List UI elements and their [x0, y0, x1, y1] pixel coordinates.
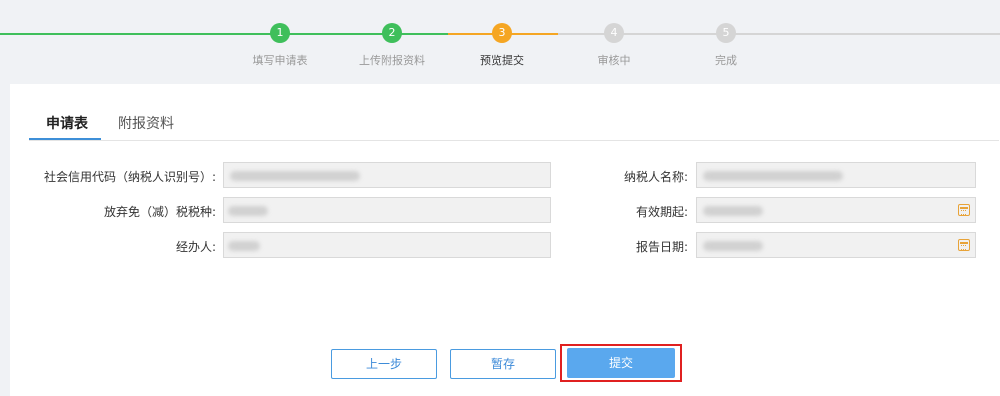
active-tab-underline: [29, 138, 101, 140]
step-3-label: 预览提交: [480, 54, 524, 67]
save-draft-button[interactable]: 暂存: [450, 349, 556, 379]
submit-button[interactable]: 提交: [567, 348, 675, 378]
redacted-value: [230, 171, 360, 181]
step-5-circle: 5: [716, 23, 736, 43]
step-1-label: 填写申请表: [252, 54, 308, 67]
report-date-field[interactable]: [696, 232, 976, 258]
handler-label: 经办人:: [175, 240, 216, 254]
valid-from-label: 有效期起:: [635, 205, 688, 219]
valid-from-date-field[interactable]: [696, 197, 976, 223]
credit-code-label: 社会信用代码（纳税人识别号）:: [43, 170, 216, 184]
redacted-value: [228, 241, 260, 251]
step-2-label: 上传附报资料: [359, 54, 425, 67]
tab-bar: 申请表 附报资料: [29, 113, 999, 141]
step-4-circle: 4: [604, 23, 624, 43]
step-line-done: [0, 33, 448, 35]
step-4-label: 审核中: [597, 54, 631, 67]
progress-stepper: 1 2 3 4 5 填写申请表 上传附报资料 预览提交 审核中 完成: [0, 0, 1000, 84]
report-date-label: 报告日期:: [635, 240, 688, 254]
credit-code-field[interactable]: [223, 162, 551, 188]
step-line-pending: [558, 33, 1000, 35]
form-card: 申请表 附报资料 社会信用代码（纳税人识别号）: 纳税人名称: 放弃免（减）税税…: [10, 84, 1000, 396]
step-3-circle: 3: [492, 23, 512, 43]
previous-step-button[interactable]: 上一步: [331, 349, 437, 379]
redacted-value: [703, 171, 843, 181]
exempt-tax-field[interactable]: [223, 197, 551, 223]
step-5-label: 完成: [715, 54, 737, 67]
calendar-icon[interactable]: [958, 204, 970, 216]
redacted-value: [703, 241, 763, 251]
handler-field[interactable]: [223, 232, 551, 258]
exempt-tax-label: 放弃免（减）税税种:: [103, 205, 216, 219]
taxpayer-name-field[interactable]: [696, 162, 976, 188]
redacted-value: [228, 206, 268, 216]
taxpayer-name-label: 纳税人名称:: [623, 170, 688, 184]
tab-application-form[interactable]: 申请表: [46, 113, 88, 133]
step-1-circle: 1: [270, 23, 290, 43]
step-2-circle: 2: [382, 23, 402, 43]
redacted-value: [703, 206, 763, 216]
tab-attachments[interactable]: 附报资料: [118, 113, 174, 133]
calendar-icon[interactable]: [958, 239, 970, 251]
